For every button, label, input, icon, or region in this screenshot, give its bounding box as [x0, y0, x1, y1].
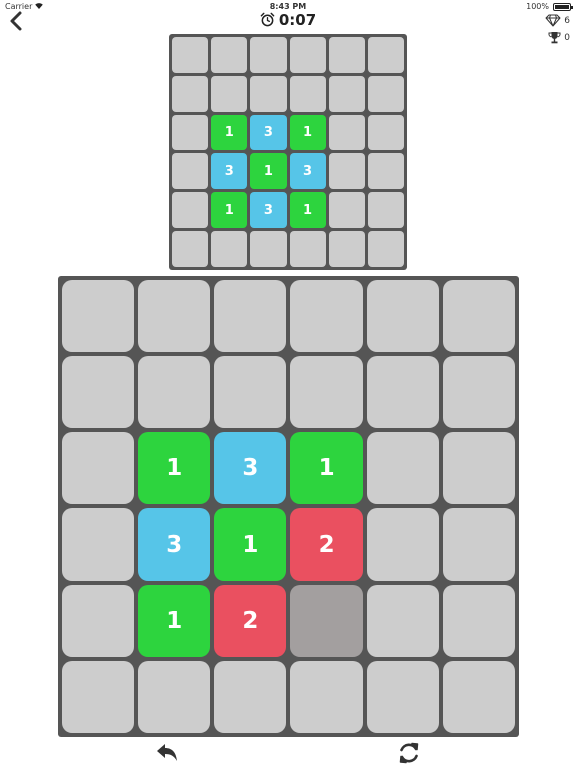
target-cell-r1c4	[328, 75, 365, 112]
board-cell-r0c0[interactable]	[62, 280, 135, 353]
board-cell-r1c1[interactable]	[138, 356, 211, 429]
trophy-icon	[548, 32, 561, 44]
target-pattern-board: 131313131	[169, 34, 407, 270]
diamond-icon	[545, 14, 561, 27]
board-cell-r5c5[interactable]	[442, 660, 515, 733]
target-cell-r2c4	[328, 114, 365, 151]
board-cell-r5c1[interactable]	[138, 660, 211, 733]
board-cell-r1c3[interactable]	[290, 356, 363, 429]
target-cell-r4c0	[172, 192, 209, 229]
target-cell-r0c1	[211, 37, 248, 73]
board-cell-r3c1[interactable]: 3	[138, 508, 211, 581]
board-cell-r2c1[interactable]: 1	[138, 432, 211, 505]
target-cell-r2c3: 1	[289, 114, 326, 151]
board-cell-r4c1[interactable]: 1	[138, 584, 211, 657]
target-cell-r5c3	[289, 231, 326, 267]
target-cell-r1c2	[250, 75, 287, 112]
board-cell-r4c2[interactable]: 2	[214, 584, 287, 657]
alarm-clock-icon	[260, 12, 275, 31]
target-cell-r0c3	[289, 37, 326, 73]
trophy-count: 0	[564, 32, 570, 43]
board-cell-r4c3[interactable]	[290, 584, 363, 657]
target-cell-r5c2	[250, 231, 287, 267]
status-time: 8:43 PM	[269, 2, 307, 11]
board-cell-r0c1[interactable]	[138, 280, 211, 353]
target-cell-r1c0	[172, 75, 209, 112]
board-cell-r3c0[interactable]	[62, 508, 135, 581]
restart-button[interactable]	[396, 740, 422, 766]
board-cell-r4c5[interactable]	[442, 584, 515, 657]
target-cell-r3c1: 3	[211, 153, 248, 190]
target-cell-r1c1	[211, 75, 248, 112]
target-cell-r1c5	[367, 75, 404, 112]
target-cell-r0c0	[172, 37, 209, 73]
board-cell-r2c4[interactable]	[366, 432, 439, 505]
board-cell-r5c0[interactable]	[62, 660, 135, 733]
board-cell-r2c5[interactable]	[442, 432, 515, 505]
board-cell-r2c2[interactable]: 3	[214, 432, 287, 505]
refresh-icon	[399, 742, 419, 764]
board-cell-r0c3[interactable]	[290, 280, 363, 353]
target-cell-r3c3: 3	[289, 153, 326, 190]
board-cell-r4c0[interactable]	[62, 584, 135, 657]
target-cell-r2c0	[172, 114, 209, 151]
undo-button[interactable]	[154, 740, 180, 766]
target-cell-r5c1	[211, 231, 248, 267]
board-cell-r2c0[interactable]	[62, 432, 135, 505]
trophy-counter: 0	[548, 31, 570, 44]
target-cell-r4c3: 1	[289, 192, 326, 229]
target-cell-r3c2: 1	[250, 153, 287, 190]
battery-icon	[553, 3, 573, 11]
target-cell-r2c1: 1	[211, 114, 248, 151]
board-cell-r1c5[interactable]	[442, 356, 515, 429]
board-cell-r0c2[interactable]	[214, 280, 287, 353]
undo-icon	[157, 744, 177, 761]
target-cell-r4c5	[367, 192, 404, 229]
board-cell-r3c3[interactable]: 2	[290, 508, 363, 581]
target-cell-r0c2	[250, 37, 287, 73]
timer: 0:07	[0, 11, 576, 31]
board-cell-r1c2[interactable]	[214, 356, 287, 429]
target-cell-r2c2: 3	[250, 114, 287, 151]
board-cell-r3c4[interactable]	[366, 508, 439, 581]
game-board[interactable]: 13131212	[58, 276, 519, 737]
board-cell-r3c2[interactable]: 1	[214, 508, 287, 581]
target-cell-r3c0	[172, 153, 209, 190]
board-cell-r5c2[interactable]	[214, 660, 287, 733]
timer-value: 0:07	[278, 11, 317, 29]
target-cell-r3c5	[367, 153, 404, 190]
board-cell-r5c3[interactable]	[290, 660, 363, 733]
board-cell-r2c3[interactable]: 1	[290, 432, 363, 505]
gem-counter: 6	[545, 14, 570, 27]
board-cell-r1c0[interactable]	[62, 356, 135, 429]
target-cell-r4c4	[328, 192, 365, 229]
target-cell-r0c5	[367, 37, 404, 73]
board-cell-r5c4[interactable]	[366, 660, 439, 733]
board-cell-r0c5[interactable]	[442, 280, 515, 353]
board-cell-r1c4[interactable]	[366, 356, 439, 429]
target-cell-r5c4	[328, 231, 365, 267]
target-cell-r4c1: 1	[211, 192, 248, 229]
target-cell-r4c2: 3	[250, 192, 287, 229]
battery-percent: 100%	[526, 2, 549, 11]
board-cell-r0c4[interactable]	[366, 280, 439, 353]
board-cell-r3c5[interactable]	[442, 508, 515, 581]
gem-count: 6	[564, 15, 570, 26]
target-cell-r5c0	[172, 231, 209, 267]
target-cell-r2c5	[367, 114, 404, 151]
board-cell-r4c4[interactable]	[366, 584, 439, 657]
target-cell-r3c4	[328, 153, 365, 190]
target-cell-r5c5	[367, 231, 404, 267]
target-cell-r0c4	[328, 37, 365, 73]
target-cell-r1c3	[289, 75, 326, 112]
